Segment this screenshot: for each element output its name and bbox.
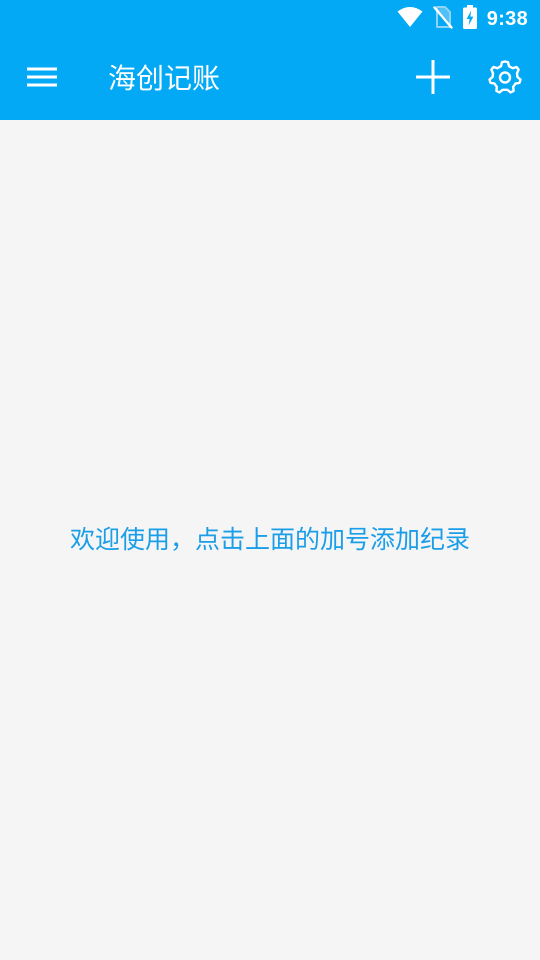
empty-state-message: 欢迎使用，点击上面的加号添加纪录 — [69, 525, 470, 554]
app-toolbar: 海创记账 — [0, 38, 540, 120]
hamburger-menu-icon — [27, 66, 57, 92]
status-icons: 9:38 — [397, 0, 528, 38]
app-title: 海创记账 — [108, 62, 221, 95]
no-sim-icon — [433, 5, 453, 33]
menu-button[interactable] — [20, 58, 64, 100]
battery-charging-icon — [462, 5, 477, 33]
gear-icon — [487, 59, 523, 99]
settings-button[interactable] — [482, 56, 528, 102]
wifi-icon — [397, 6, 423, 32]
add-record-button[interactable] — [410, 56, 456, 102]
plus-icon — [416, 60, 450, 98]
main-content: 欢迎使用，点击上面的加号添加纪录 — [0, 120, 540, 960]
status-time: 9:38 — [486, 7, 528, 30]
status-bar: 9:38 — [0, 0, 540, 38]
app-root: 9:38 海创记账 欢迎使用，点击上面的加号添加纪录 — [0, 0, 540, 960]
